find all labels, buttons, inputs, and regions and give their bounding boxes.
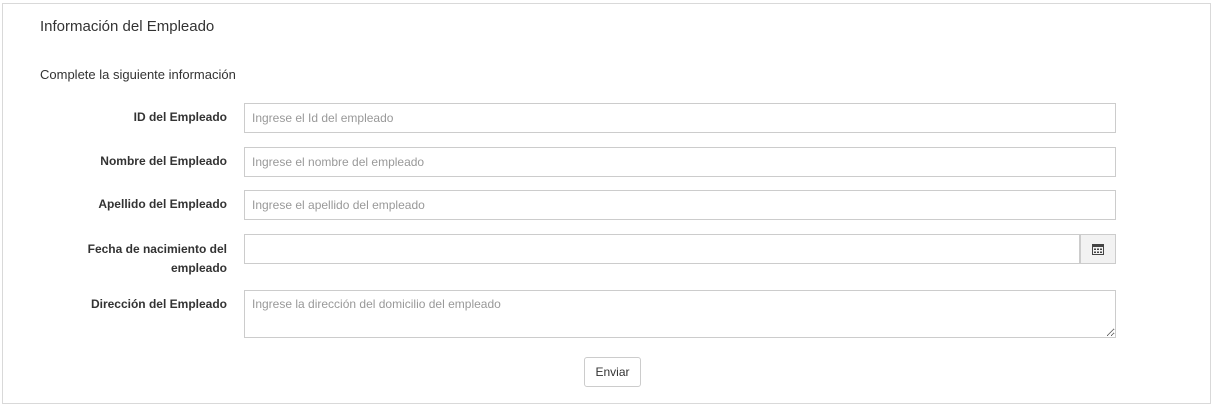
card-title: Información del Empleado (40, 18, 215, 35)
birthdate-input[interactable] (244, 234, 1080, 264)
card-subtitle: Complete la siguiente información (40, 67, 236, 82)
employee-info-card: Información del Empleado Complete la sig… (2, 3, 1211, 404)
birthdate-label-line1: Fecha de nacimiento del (87, 242, 227, 256)
birthdate-label-line2: empleado (170, 261, 227, 275)
calendar-icon (1092, 243, 1104, 255)
birthdate-label: Fecha de nacimiento del empleado (63, 240, 227, 278)
employee-id-label: ID del Empleado (133, 110, 227, 124)
employee-name-label: Nombre del Empleado (100, 154, 227, 168)
calendar-button[interactable] (1080, 234, 1116, 264)
employee-id-input[interactable] (244, 103, 1116, 133)
employee-lastname-label: Apellido del Empleado (98, 197, 227, 211)
submit-button[interactable]: Enviar (584, 357, 641, 387)
employee-name-input[interactable] (244, 147, 1116, 177)
address-textarea[interactable] (244, 290, 1116, 338)
address-label: Dirección del Empleado (90, 297, 227, 311)
employee-lastname-input[interactable] (244, 190, 1116, 220)
